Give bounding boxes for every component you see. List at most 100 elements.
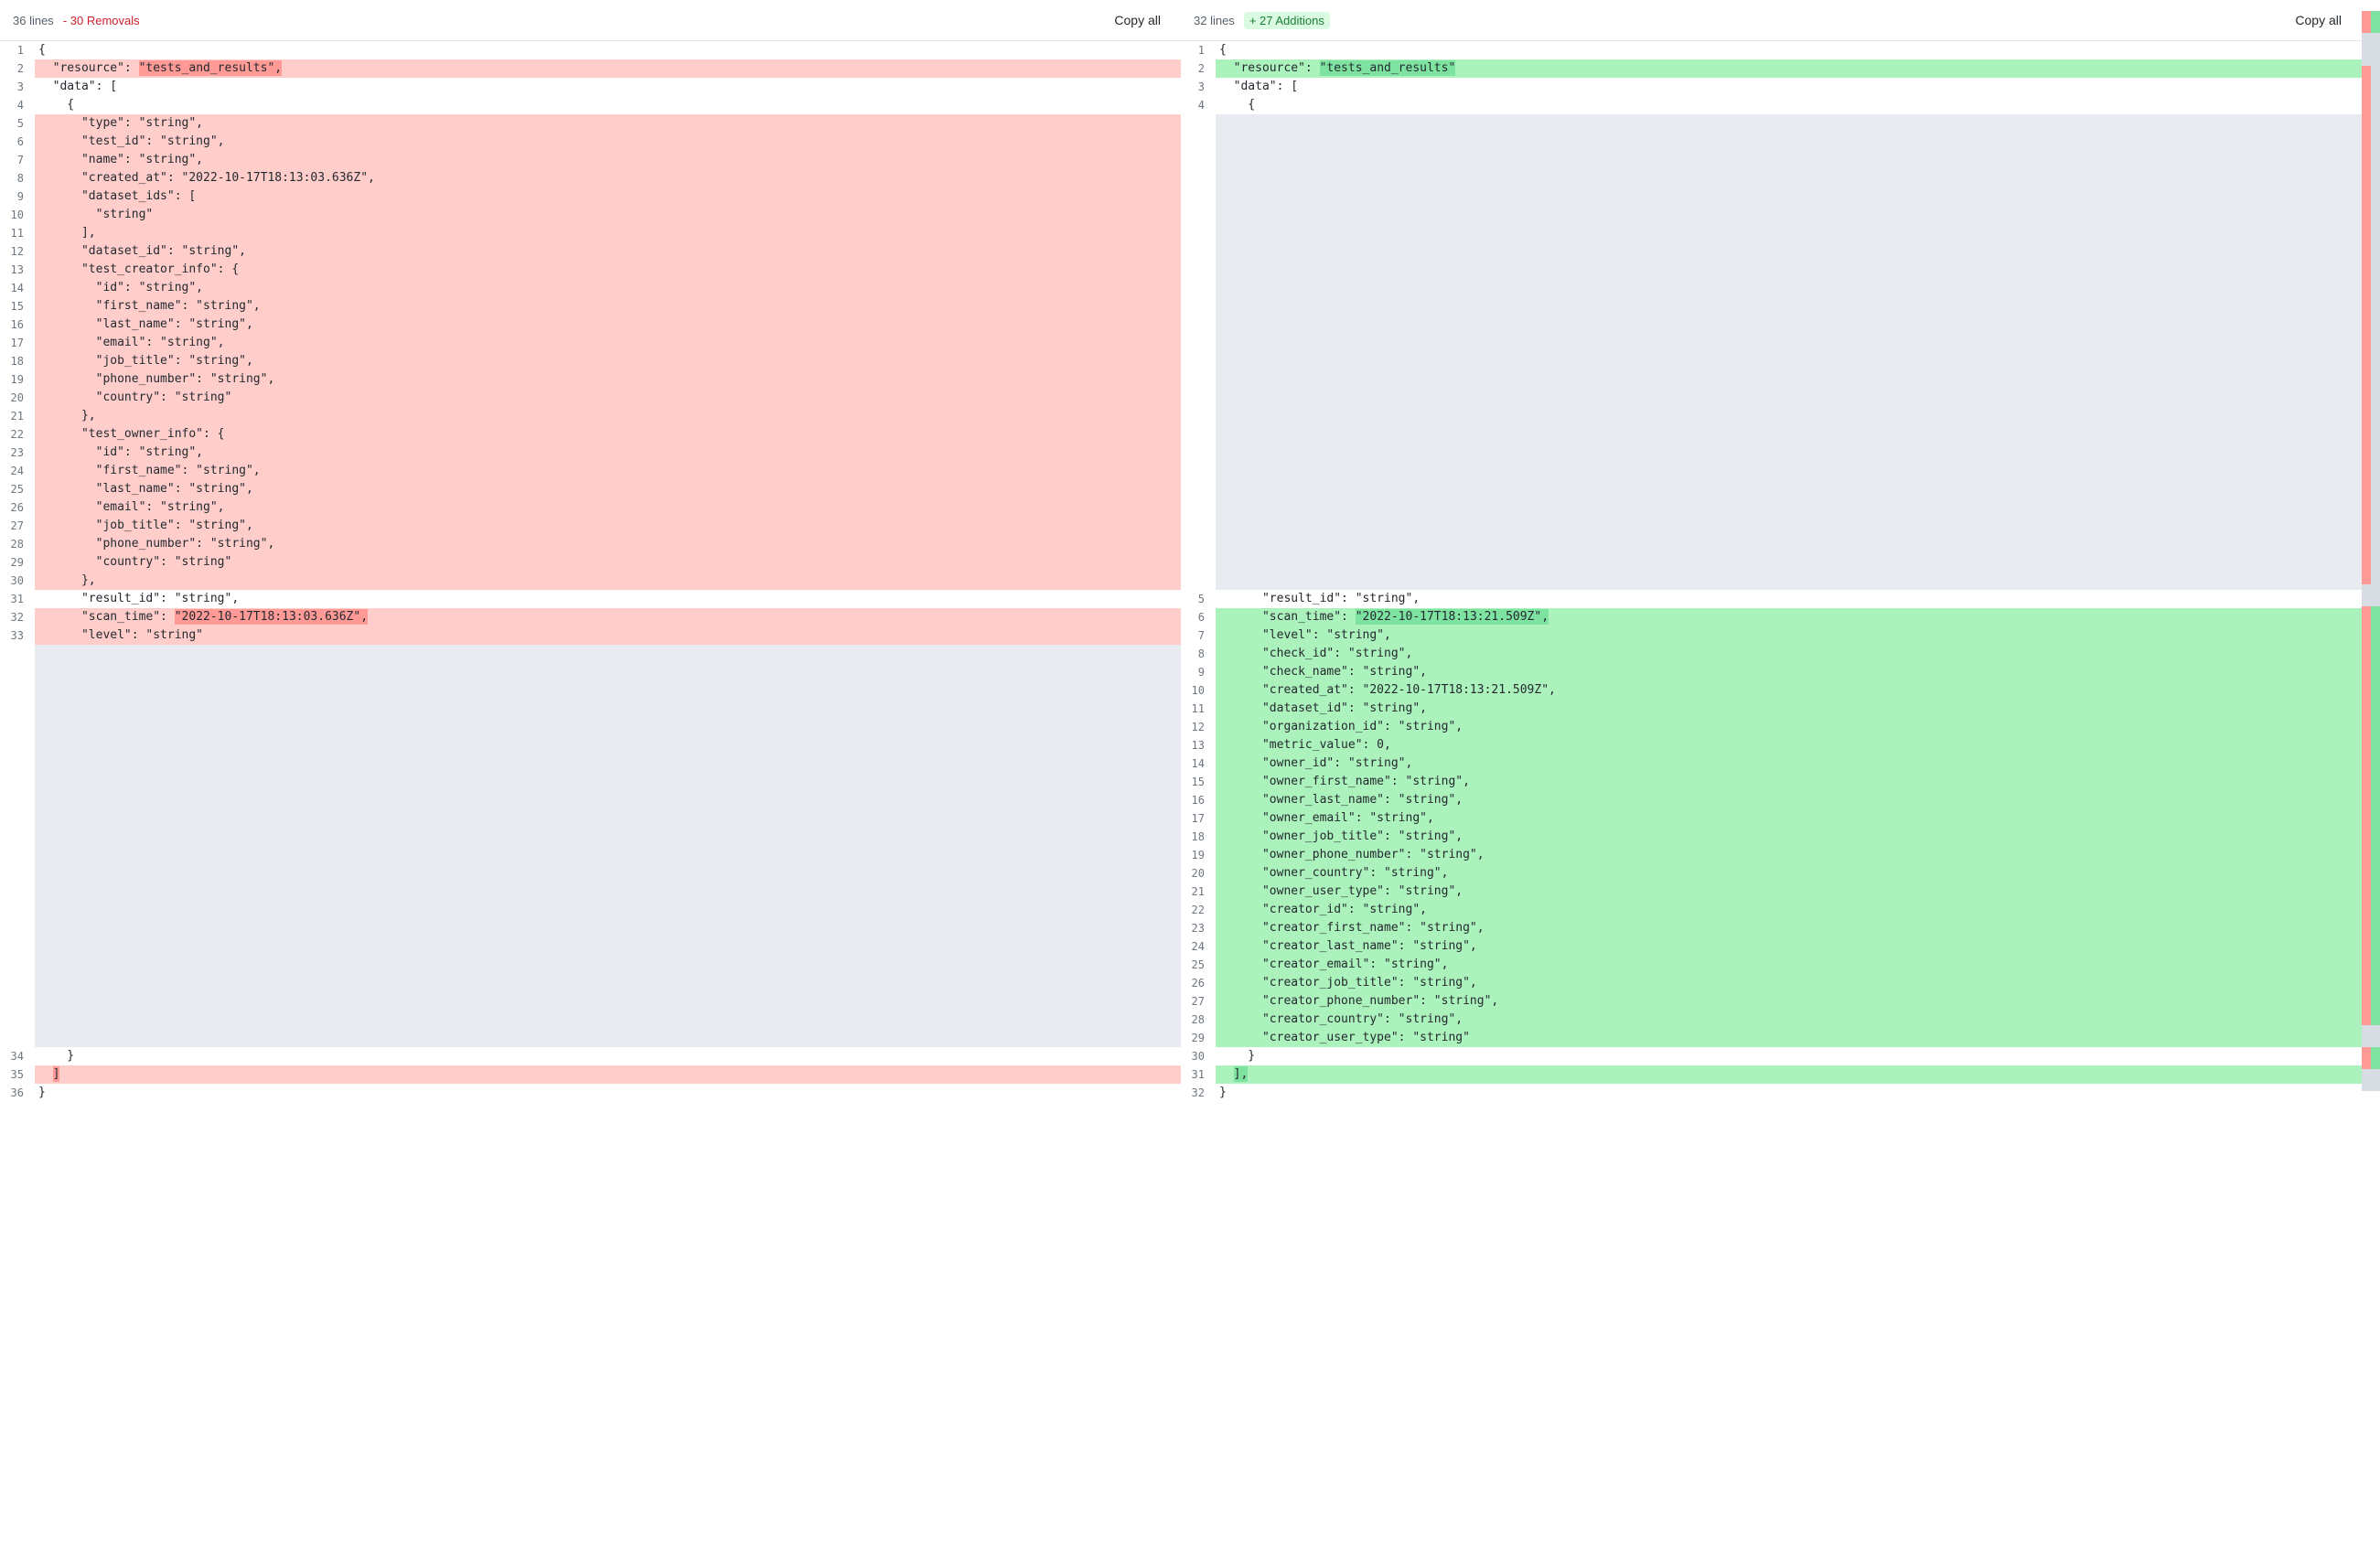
code-line: 30 } xyxy=(1181,1047,2362,1065)
code-line: 12 "dataset_id": "string", xyxy=(0,242,1181,261)
code-line: 8 "created_at": "2022-10-17T18:13:03.636… xyxy=(0,169,1181,187)
code-line xyxy=(0,718,1181,736)
line-number: 6 xyxy=(0,133,35,151)
line-content: } xyxy=(35,1084,1181,1102)
code-line: 34 } xyxy=(0,1047,1181,1065)
line-number: 19 xyxy=(0,370,35,389)
line-content: "id": "string", xyxy=(35,279,1181,297)
line-number: 9 xyxy=(0,187,35,206)
minimap-mark xyxy=(2371,1025,2380,1047)
line-number: 1 xyxy=(1181,41,1216,59)
code-line xyxy=(0,937,1181,956)
line-content: "scan_time": "2022-10-17T18:13:21.509Z", xyxy=(1216,608,2362,626)
line-content xyxy=(1216,187,2362,206)
line-content: { xyxy=(35,96,1181,114)
code-line xyxy=(0,956,1181,974)
code-line xyxy=(0,773,1181,791)
line-number xyxy=(0,663,35,681)
code-line xyxy=(1181,114,2362,133)
code-line xyxy=(1181,224,2362,242)
line-content xyxy=(35,1029,1181,1047)
left-pane: 36 lines - 30 Removals Copy all 1{2 "res… xyxy=(0,0,1181,1102)
line-number: 30 xyxy=(0,572,35,590)
code-line: 30 }, xyxy=(0,572,1181,590)
line-number: 25 xyxy=(1181,956,1216,974)
code-line: 17 "owner_email": "string", xyxy=(1181,809,2362,828)
code-line: 22 "creator_id": "string", xyxy=(1181,901,2362,919)
line-content: "country": "string" xyxy=(35,389,1181,407)
line-content xyxy=(1216,151,2362,169)
diff-minimap[interactable] xyxy=(2362,0,2380,1102)
line-number: 4 xyxy=(1181,96,1216,114)
line-content xyxy=(1216,334,2362,352)
code-line: 2 "resource": "tests_and_results", xyxy=(0,59,1181,78)
code-line: 19 "phone_number": "string", xyxy=(0,370,1181,389)
line-content: "metric_value": 0, xyxy=(1216,736,2362,754)
line-content xyxy=(35,883,1181,901)
copy-all-left-button[interactable]: Copy all xyxy=(1107,9,1168,31)
line-content xyxy=(35,846,1181,864)
line-content xyxy=(35,919,1181,937)
line-number xyxy=(0,992,35,1011)
line-content xyxy=(1216,133,2362,151)
code-line xyxy=(1181,535,2362,553)
code-line: 14 "id": "string", xyxy=(0,279,1181,297)
line-content: "owner_country": "string", xyxy=(1216,864,2362,883)
line-number: 24 xyxy=(1181,937,1216,956)
minimap-mark xyxy=(2371,1069,2380,1091)
code-line xyxy=(0,681,1181,700)
left-pane-header: 36 lines - 30 Removals Copy all xyxy=(0,0,1181,41)
line-number xyxy=(0,1029,35,1047)
line-content: "email": "string", xyxy=(35,334,1181,352)
code-line: 16 "last_name": "string", xyxy=(0,316,1181,334)
code-line xyxy=(0,809,1181,828)
line-content xyxy=(35,681,1181,700)
line-content xyxy=(35,773,1181,791)
line-content: "created_at": "2022-10-17T18:13:21.509Z"… xyxy=(1216,681,2362,700)
line-number: 14 xyxy=(0,279,35,297)
code-line: 11 "dataset_id": "string", xyxy=(1181,700,2362,718)
line-number xyxy=(1181,407,1216,425)
code-line: 8 "check_id": "string", xyxy=(1181,645,2362,663)
line-content xyxy=(1216,480,2362,498)
code-line: 35 ] xyxy=(0,1065,1181,1084)
line-content xyxy=(35,809,1181,828)
line-number: 14 xyxy=(1181,754,1216,773)
code-line: 20 "owner_country": "string", xyxy=(1181,864,2362,883)
line-number xyxy=(1181,169,1216,187)
code-line: 25 "creator_email": "string", xyxy=(1181,956,2362,974)
line-content: "created_at": "2022-10-17T18:13:03.636Z"… xyxy=(35,169,1181,187)
code-line xyxy=(1181,334,2362,352)
code-line: 15 "first_name": "string", xyxy=(0,297,1181,316)
line-number xyxy=(1181,316,1216,334)
code-line: 27 "job_title": "string", xyxy=(0,517,1181,535)
line-content: "id": "string", xyxy=(35,444,1181,462)
right-lines-count: 32 lines xyxy=(1194,14,1235,27)
code-line: 18 "job_title": "string", xyxy=(0,352,1181,370)
copy-all-right-button[interactable]: Copy all xyxy=(2288,9,2349,31)
right-pane-header: 32 lines + 27 Additions Copy all xyxy=(1181,0,2362,41)
line-number: 13 xyxy=(1181,736,1216,754)
line-number: 13 xyxy=(0,261,35,279)
line-number xyxy=(1181,370,1216,389)
line-content xyxy=(35,992,1181,1011)
line-content: "data": [ xyxy=(1216,78,2362,96)
right-code-area[interactable]: 1{2 "resource": "tests_and_results"3 "da… xyxy=(1181,41,2362,1102)
line-content: "creator_email": "string", xyxy=(1216,956,2362,974)
line-number: 22 xyxy=(1181,901,1216,919)
line-content xyxy=(35,956,1181,974)
line-number xyxy=(0,645,35,663)
line-number: 17 xyxy=(1181,809,1216,828)
left-code-area[interactable]: 1{2 "resource": "tests_and_results",3 "d… xyxy=(0,41,1181,1102)
line-content: "name": "string", xyxy=(35,151,1181,169)
code-line xyxy=(1181,169,2362,187)
code-line xyxy=(0,754,1181,773)
line-content xyxy=(1216,553,2362,572)
line-number xyxy=(0,681,35,700)
line-content: "owner_first_name": "string", xyxy=(1216,773,2362,791)
line-content xyxy=(35,645,1181,663)
inline-added-highlight: "tests_and_results" xyxy=(1320,60,1456,76)
line-number: 28 xyxy=(1181,1011,1216,1029)
line-content: { xyxy=(35,41,1181,59)
line-number xyxy=(0,846,35,864)
